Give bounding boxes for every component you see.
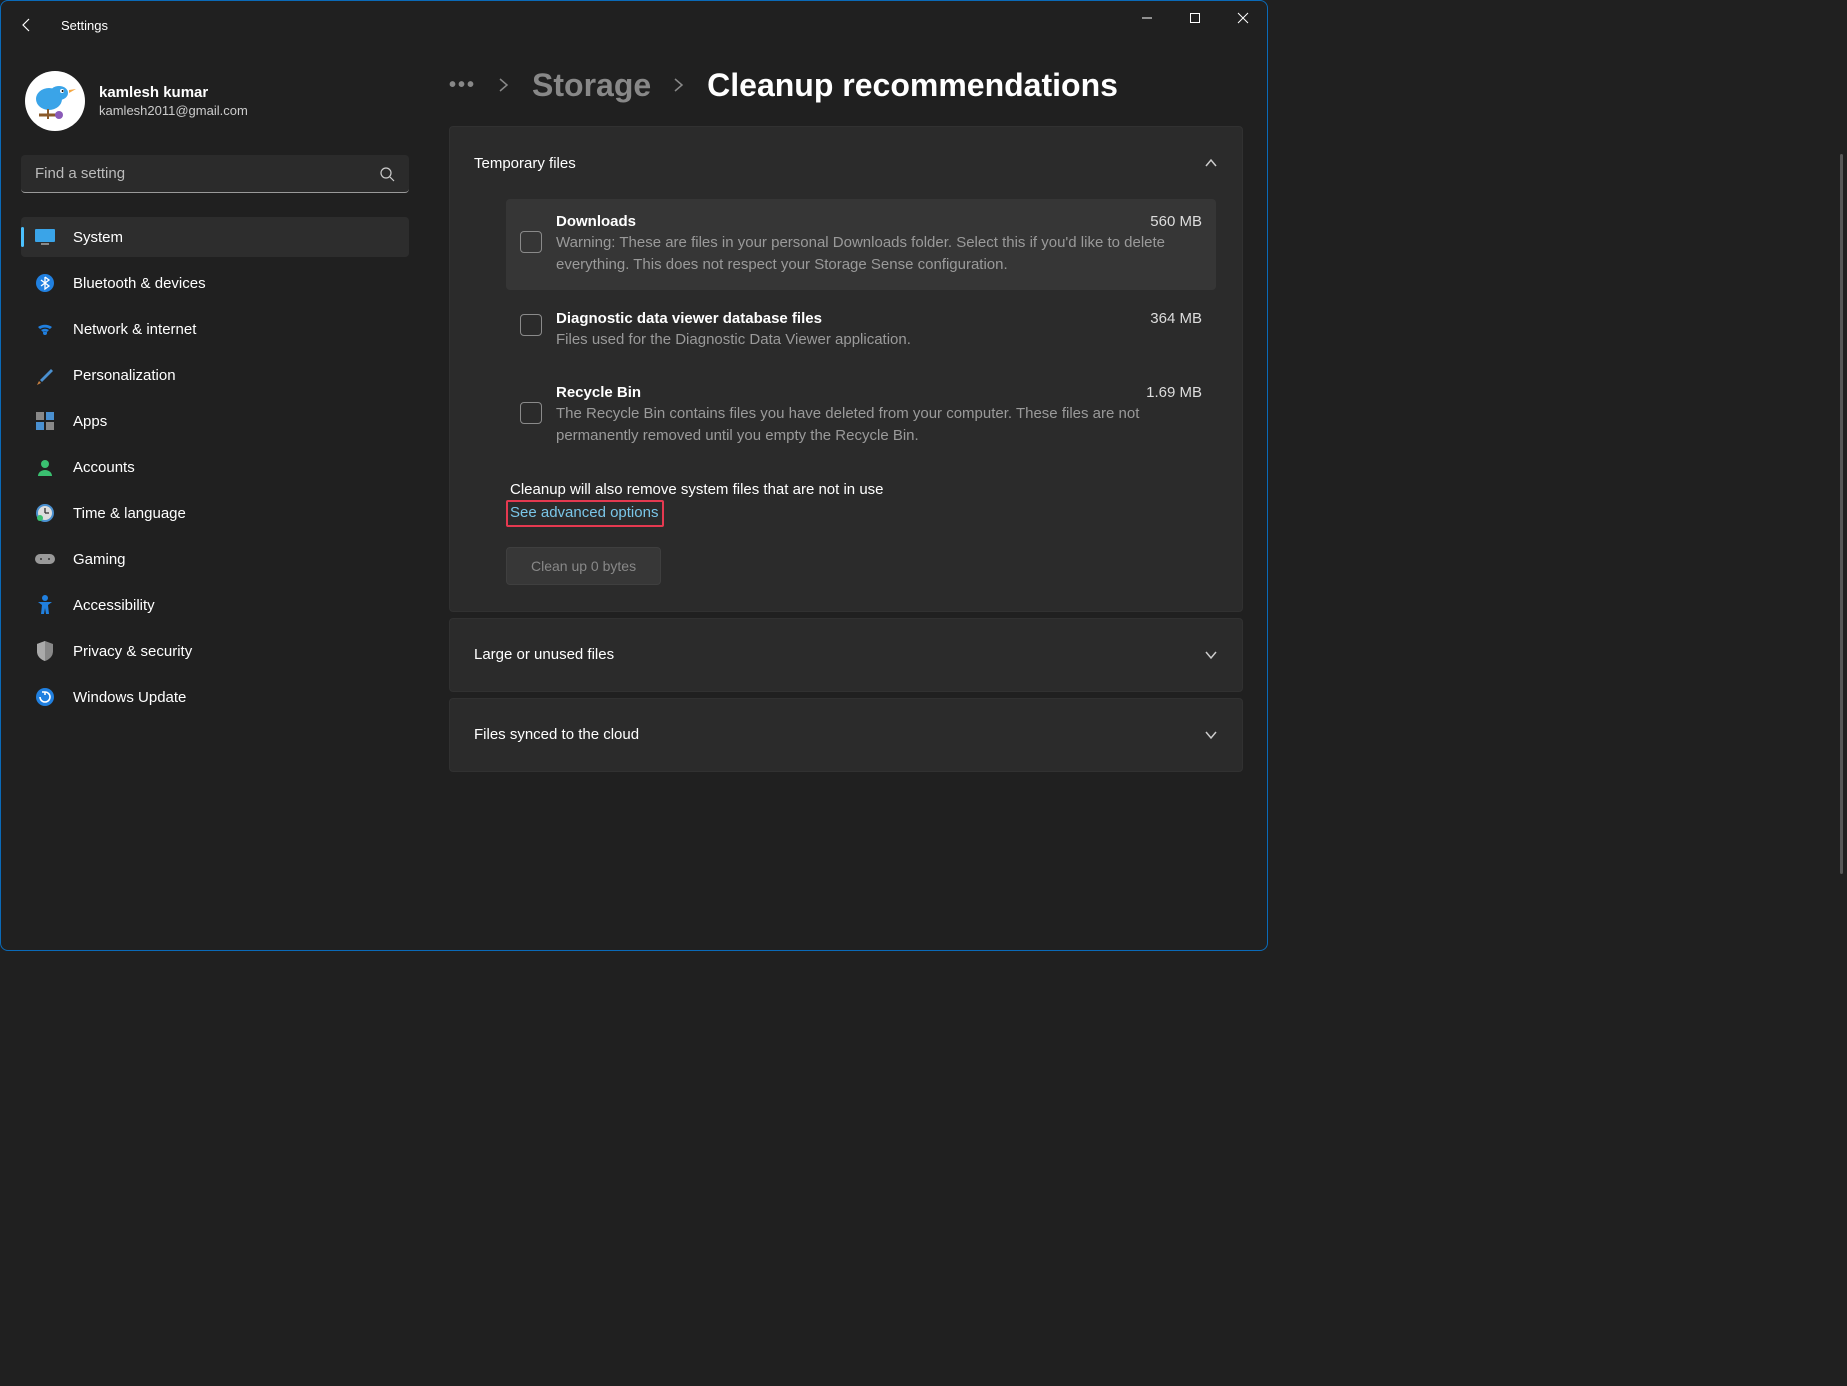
- update-icon: [35, 687, 55, 707]
- chevron-down-icon: [1204, 648, 1218, 662]
- system-icon: [35, 227, 55, 247]
- sidebar-item-accessibility[interactable]: Accessibility: [21, 585, 409, 625]
- cleanup-item-downloads[interactable]: Downloads 560 MB Warning: These are file…: [506, 199, 1216, 290]
- breadcrumb-ellipsis[interactable]: •••: [449, 74, 476, 97]
- item-title: Recycle Bin: [556, 384, 641, 401]
- sidebar-item-label: Windows Update: [73, 689, 186, 706]
- sidebar-item-label: Time & language: [73, 505, 186, 522]
- chevron-up-icon: [1204, 156, 1218, 170]
- back-icon[interactable]: [19, 17, 35, 33]
- search-box[interactable]: [21, 155, 409, 193]
- shield-icon: [35, 641, 55, 661]
- sidebar-item-label: Network & internet: [73, 321, 196, 338]
- sidebar-item-privacy[interactable]: Privacy & security: [21, 631, 409, 671]
- gamepad-icon: [35, 549, 55, 569]
- app-title: Settings: [61, 18, 108, 33]
- sidebar-item-apps[interactable]: Apps: [21, 401, 409, 441]
- item-title: Diagnostic data viewer database files: [556, 310, 822, 327]
- profile-name: kamlesh kumar: [99, 84, 248, 101]
- sidebar-item-label: Bluetooth & devices: [73, 275, 206, 292]
- cleanup-button[interactable]: Clean up 0 bytes: [506, 547, 661, 585]
- main-content: ••• Storage Cleanup recommendations Temp…: [411, 49, 1267, 950]
- sidebar-item-accounts[interactable]: Accounts: [21, 447, 409, 487]
- sidebar-item-label: Personalization: [73, 367, 176, 384]
- profile-email: kamlesh2011@gmail.com: [99, 103, 248, 118]
- panel-cloud-synced: Files synced to the cloud: [449, 698, 1243, 772]
- avatar: [25, 71, 85, 131]
- sidebar-item-time[interactable]: Time & language: [21, 493, 409, 533]
- apps-icon: [35, 411, 55, 431]
- sidebar-item-bluetooth[interactable]: Bluetooth & devices: [21, 263, 409, 303]
- sidebar-item-label: Privacy & security: [73, 643, 192, 660]
- cleanup-note: Cleanup will also remove system files th…: [510, 481, 1216, 498]
- panel-temporary-files: Temporary files Downloads 560 MB Warning…: [449, 126, 1243, 612]
- chevron-right-icon: [498, 72, 510, 100]
- sidebar-item-label: Apps: [73, 413, 107, 430]
- sidebar-item-label: Accessibility: [73, 597, 155, 614]
- panel-header[interactable]: Temporary files: [450, 127, 1242, 199]
- sidebar-item-personalization[interactable]: Personalization: [21, 355, 409, 395]
- panel-title: Files synced to the cloud: [474, 726, 639, 743]
- accessibility-icon: [35, 595, 55, 615]
- cleanup-item-diagnostic[interactable]: Diagnostic data viewer database files 36…: [506, 296, 1216, 365]
- chevron-down-icon: [1204, 728, 1218, 742]
- maximize-button[interactable]: [1171, 1, 1219, 35]
- paintbrush-icon: [35, 365, 55, 385]
- panel-title: Temporary files: [474, 155, 576, 172]
- breadcrumb: ••• Storage Cleanup recommendations: [449, 67, 1243, 104]
- person-icon: [35, 457, 55, 477]
- panel-title: Large or unused files: [474, 646, 614, 663]
- minimize-button[interactable]: [1123, 1, 1171, 35]
- scrollbar[interactable]: [1840, 154, 1843, 874]
- panel-header[interactable]: Large or unused files: [450, 619, 1242, 691]
- sidebar-item-label: Gaming: [73, 551, 126, 568]
- sidebar-item-network[interactable]: Network & internet: [21, 309, 409, 349]
- title-bar: Settings: [1, 1, 1267, 49]
- checkbox[interactable]: [520, 314, 542, 336]
- item-size: 560 MB: [1150, 213, 1202, 230]
- sidebar-item-gaming[interactable]: Gaming: [21, 539, 409, 579]
- sidebar-item-system[interactable]: System: [21, 217, 409, 257]
- sidebar-item-label: Accounts: [73, 459, 135, 476]
- sidebar-item-label: System: [73, 229, 123, 246]
- wifi-icon: [35, 319, 55, 339]
- item-size: 364 MB: [1150, 310, 1202, 327]
- checkbox[interactable]: [520, 231, 542, 253]
- search-icon: [379, 166, 395, 182]
- breadcrumb-parent[interactable]: Storage: [532, 67, 651, 104]
- close-button[interactable]: [1219, 1, 1267, 35]
- clock-icon: [35, 503, 55, 523]
- cleanup-item-recyclebin[interactable]: Recycle Bin 1.69 MB The Recycle Bin cont…: [506, 370, 1216, 461]
- item-size: 1.69 MB: [1146, 384, 1202, 401]
- item-description: Warning: These are files in your persona…: [556, 232, 1202, 276]
- checkbox[interactable]: [520, 402, 542, 424]
- item-description: Files used for the Diagnostic Data Viewe…: [556, 329, 1202, 351]
- bluetooth-icon: [35, 273, 55, 293]
- item-title: Downloads: [556, 213, 636, 230]
- panel-large-unused: Large or unused files: [449, 618, 1243, 692]
- breadcrumb-current: Cleanup recommendations: [707, 67, 1118, 104]
- profile-block[interactable]: kamlesh kumar kamlesh2011@gmail.com: [21, 59, 411, 155]
- search-input[interactable]: [35, 165, 379, 182]
- sidebar: kamlesh kumar kamlesh2011@gmail.com Syst…: [1, 49, 411, 950]
- chevron-right-icon: [673, 72, 685, 100]
- item-description: The Recycle Bin contains files you have …: [556, 403, 1202, 447]
- sidebar-item-update[interactable]: Windows Update: [21, 677, 409, 717]
- window-controls: [1123, 1, 1267, 49]
- panel-header[interactable]: Files synced to the cloud: [450, 699, 1242, 771]
- advanced-options-link[interactable]: See advanced options: [506, 500, 664, 527]
